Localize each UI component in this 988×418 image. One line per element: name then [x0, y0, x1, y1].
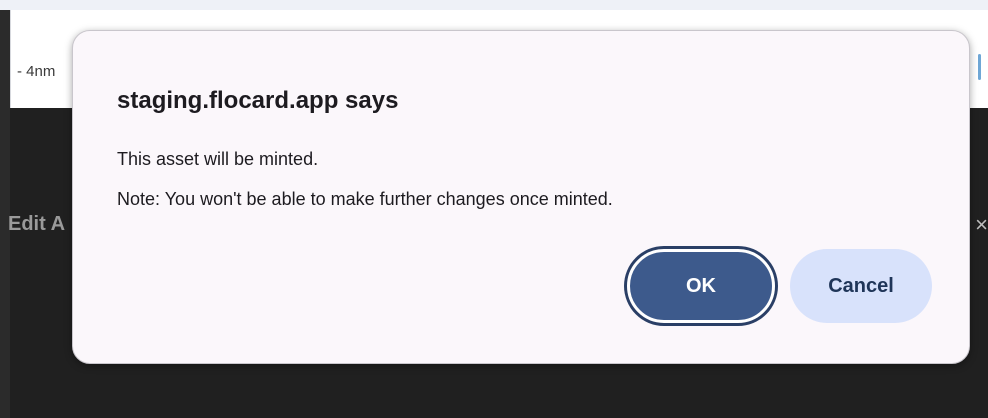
close-icon[interactable]: ×: [975, 212, 988, 238]
ok-button[interactable]: OK: [627, 249, 775, 323]
confirm-dialog: staging.flocard.app says This asset will…: [72, 30, 970, 364]
url-text[interactable]: - 4nm: [17, 63, 55, 80]
cancel-button[interactable]: Cancel: [790, 249, 932, 323]
url-accent: [978, 54, 981, 80]
browser-top-strip: [0, 0, 988, 10]
edit-asset-heading: Edit A: [8, 213, 66, 235]
dialog-message-line-2: Note: You won't be able to make further …: [117, 189, 613, 209]
dialog-message-line-1: This asset will be minted.: [117, 149, 319, 169]
dialog-title: staging.flocard.app says: [117, 87, 399, 114]
